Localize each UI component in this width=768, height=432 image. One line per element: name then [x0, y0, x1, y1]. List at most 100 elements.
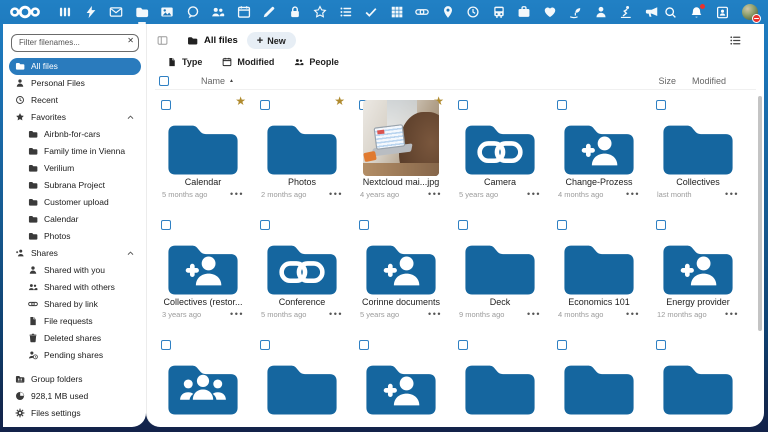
filter-chip-people[interactable]: People: [294, 57, 339, 67]
column-size[interactable]: Size: [658, 76, 676, 86]
file-checkbox[interactable]: [161, 340, 171, 350]
sidebar-item-all-files[interactable]: All files: [9, 58, 141, 75]
folder-shared-icon[interactable]: [661, 237, 735, 296]
file-checkbox[interactable]: [359, 220, 369, 230]
app-profile-icon[interactable]: [594, 5, 608, 19]
file-actions-icon[interactable]: •••: [428, 191, 442, 197]
folder-shared-icon[interactable]: [166, 237, 240, 296]
file-tile-energy-provider[interactable]: Energy provider12 months ago•••: [654, 218, 742, 319]
app-notes-icon[interactable]: [262, 5, 276, 19]
file-actions-icon[interactable]: •••: [725, 311, 739, 317]
file-checkbox[interactable]: [458, 220, 468, 230]
file-actions-icon[interactable]: •••: [230, 191, 244, 197]
file-tile[interactable]: [357, 338, 445, 423]
contacts-menu-icon[interactable]: [716, 6, 729, 19]
app-contacts-icon[interactable]: [211, 5, 225, 19]
sidebar-item-personal-files[interactable]: Personal Files: [9, 75, 141, 92]
sidebar-item-favorites[interactable]: Favorites: [9, 109, 141, 126]
sidebar-item-calendar[interactable]: Calendar: [22, 211, 141, 228]
app-sport-icon[interactable]: [619, 5, 633, 19]
file-checkbox[interactable]: [161, 100, 171, 110]
app-health-icon[interactable]: [543, 5, 557, 19]
sidebar-item-subrana-project[interactable]: Subrana Project: [22, 177, 141, 194]
app-tables-icon[interactable]: [390, 5, 404, 19]
app-passwords-icon[interactable]: [288, 5, 302, 19]
image-thumbnail[interactable]: [363, 100, 439, 176]
file-tile[interactable]: [456, 338, 544, 423]
sidebar-item-shared-with-others[interactable]: Shared with others: [22, 279, 141, 296]
file-actions-icon[interactable]: •••: [428, 311, 442, 317]
sidebar-item-928-1-mb-used[interactable]: 928,1 MB used: [9, 387, 141, 404]
folder-icon[interactable]: [265, 357, 339, 416]
sidebar-item-shared-with-you[interactable]: Shared with you: [22, 262, 141, 279]
file-tile-photos[interactable]: ★Photos2 months ago•••: [258, 98, 346, 199]
folder-icon[interactable]: [661, 117, 735, 176]
file-tile-conference[interactable]: Conference5 months ago•••: [258, 218, 346, 319]
file-tile-camera[interactable]: Camera5 years ago•••: [456, 98, 544, 199]
file-checkbox[interactable]: [458, 100, 468, 110]
file-checkbox[interactable]: [161, 220, 171, 230]
breadcrumb[interactable]: All files: [187, 35, 238, 46]
app-calendar-icon[interactable]: [237, 5, 251, 19]
app-dashboard-icon[interactable]: [58, 5, 72, 19]
file-tile-collectives[interactable]: Collectiveslast month•••: [654, 98, 742, 199]
file-tile-deck[interactable]: Deck9 months ago•••: [456, 218, 544, 319]
scrollbar[interactable]: [758, 96, 762, 331]
filter-chip-modified[interactable]: Modified: [222, 57, 274, 67]
app-files-icon[interactable]: [135, 5, 149, 19]
folder-icon[interactable]: [463, 237, 537, 296]
chevron-up-icon[interactable]: [126, 249, 135, 258]
sidebar-item-shared-by-link[interactable]: Shared by link: [22, 296, 141, 313]
app-announcements-icon[interactable]: [645, 5, 659, 19]
file-checkbox[interactable]: [359, 340, 369, 350]
sidebar-item-photos[interactable]: Photos: [22, 228, 141, 245]
sidebar-item-files-settings[interactable]: Files settings: [9, 404, 141, 421]
file-checkbox[interactable]: [557, 220, 567, 230]
app-related-icon[interactable]: [415, 5, 429, 19]
app-time-icon[interactable]: [466, 5, 480, 19]
folder-icon[interactable]: [166, 117, 240, 176]
folder-shared-icon[interactable]: [364, 237, 438, 296]
file-tile-economics-101[interactable]: Economics 1014 months ago•••: [555, 218, 643, 319]
folder-link-icon[interactable]: [463, 117, 537, 176]
file-tile-collectives-restor[interactable]: Collectives (restor...3 years ago•••: [159, 218, 247, 319]
app-approvals-icon[interactable]: [364, 5, 378, 19]
sidebar-item-verilium[interactable]: Verilium: [22, 160, 141, 177]
folder-link-icon[interactable]: [265, 237, 339, 296]
file-checkbox[interactable]: [656, 220, 666, 230]
file-checkbox[interactable]: [557, 340, 567, 350]
folder-group-icon[interactable]: [166, 357, 240, 416]
file-checkbox[interactable]: [260, 220, 270, 230]
app-transport-icon[interactable]: [492, 5, 506, 19]
sidebar-item-file-requests[interactable]: File requests: [22, 313, 141, 330]
select-all-checkbox[interactable]: [159, 76, 169, 86]
sidebar-item-group-folders[interactable]: Group folders: [9, 370, 141, 387]
file-checkbox[interactable]: [557, 100, 567, 110]
file-tile[interactable]: [159, 338, 247, 423]
file-actions-icon[interactable]: •••: [725, 191, 739, 197]
filter-input[interactable]: [11, 34, 139, 52]
file-actions-icon[interactable]: •••: [626, 311, 640, 317]
app-talk-icon[interactable]: [186, 5, 200, 19]
app-photos-icon[interactable]: [160, 5, 174, 19]
user-avatar[interactable]: [742, 4, 758, 20]
sidebar-item-pending-shares[interactable]: Pending shares: [22, 347, 141, 364]
search-icon[interactable]: [664, 6, 677, 19]
folder-shared-icon[interactable]: [562, 117, 636, 176]
file-actions-icon[interactable]: •••: [527, 191, 541, 197]
app-activity-icon[interactable]: [84, 5, 98, 19]
notifications-icon[interactable]: [690, 6, 703, 19]
folder-icon[interactable]: [661, 357, 735, 416]
file-actions-icon[interactable]: •••: [527, 311, 541, 317]
folder-icon[interactable]: [562, 237, 636, 296]
folder-icon[interactable]: [265, 117, 339, 176]
folder-icon[interactable]: [463, 357, 537, 416]
new-button[interactable]: + New: [247, 32, 296, 49]
folder-icon[interactable]: [562, 357, 636, 416]
panel-toggle-icon[interactable]: [157, 35, 168, 46]
file-checkbox[interactable]: [656, 340, 666, 350]
file-actions-icon[interactable]: •••: [329, 311, 343, 317]
file-actions-icon[interactable]: •••: [230, 311, 244, 317]
file-tile-change-prozess[interactable]: Change-Prozess4 months ago•••: [555, 98, 643, 199]
file-tile[interactable]: [258, 338, 346, 423]
